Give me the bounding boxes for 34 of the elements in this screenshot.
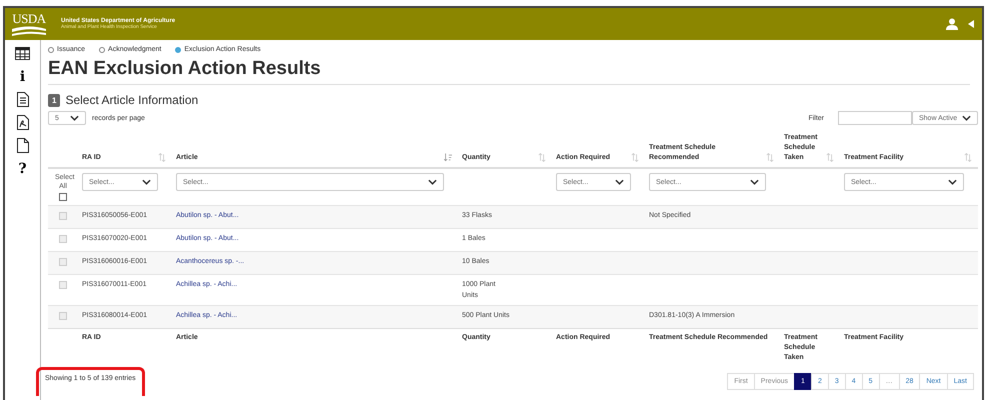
swoosh-icon [12, 26, 46, 36]
chevron-icon [428, 179, 437, 186]
logo-text: USDA [12, 12, 46, 25]
row-checkbox[interactable] [59, 258, 67, 266]
sidebar-glyph[interactable]: i [20, 68, 26, 84]
sort-icon[interactable] [158, 153, 166, 162]
chevron-icon [948, 179, 957, 186]
section-title: Select Article Information [65, 93, 198, 107]
sort-icon[interactable] [538, 153, 546, 162]
sort-ascending-icon[interactable] [444, 153, 452, 162]
sort-icon[interactable] [826, 153, 834, 162]
sort-icon[interactable] [964, 153, 972, 162]
page-title: EAN Exclusion Action Results [48, 58, 322, 80]
collapse-icon[interactable] [968, 20, 974, 28]
pdf-file-icon[interactable] [16, 115, 28, 130]
document-icon[interactable] [16, 92, 28, 107]
file-icon[interactable] [16, 138, 28, 153]
table-icon[interactable] [15, 47, 30, 60]
sort-icon[interactable] [631, 153, 639, 162]
user-icon[interactable] [946, 18, 958, 30]
row-checkbox[interactable] [59, 235, 67, 244]
section-number: 1 [48, 94, 60, 106]
chevron-icon [750, 179, 759, 186]
chevron-icon [962, 115, 971, 121]
sidebar-glyph[interactable]: ? [18, 160, 27, 176]
row-checkbox[interactable] [59, 281, 67, 290]
filter-field[interactable] [838, 111, 912, 125]
select-all-checkbox[interactable] [59, 193, 67, 202]
row-checkbox[interactable] [59, 212, 67, 220]
sort-icon[interactable] [766, 153, 774, 162]
chevron-icon [142, 179, 151, 186]
chevron-icon [615, 179, 624, 186]
row-checkbox[interactable] [59, 312, 67, 320]
chevron-icon [70, 115, 79, 121]
